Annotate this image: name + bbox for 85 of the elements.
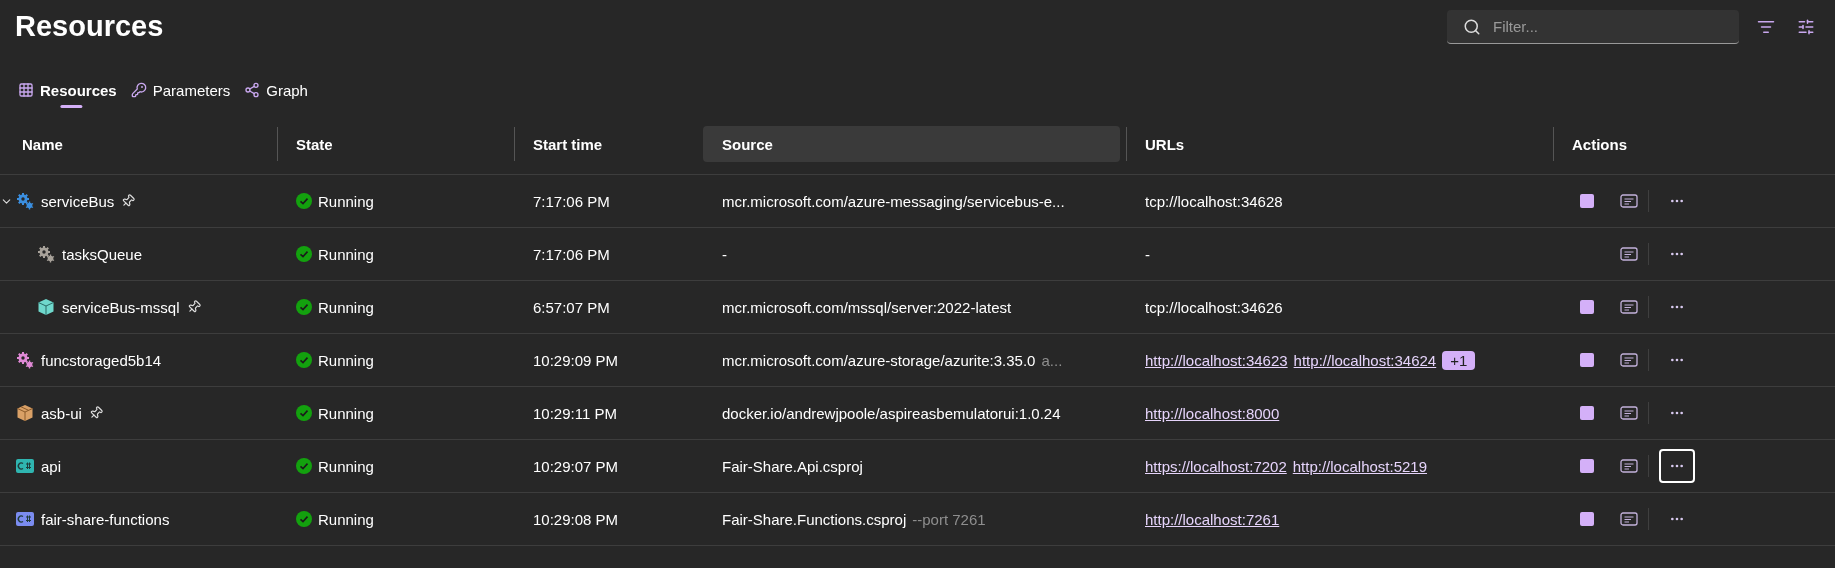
check-circle-icon	[296, 246, 312, 262]
source-text: docker.io/andrewjpoole/aspireasbemulatorui:1.0.24	[722, 404, 1061, 422]
column-header[interactable]: Start time	[514, 126, 703, 162]
page-title: Resources	[15, 9, 164, 44]
column-header[interactable]: Source	[703, 126, 1120, 162]
tab[interactable]: Parameters	[128, 76, 233, 110]
console-logs-icon	[1620, 194, 1638, 208]
stop-button[interactable]	[1580, 459, 1594, 473]
state-text: Running	[318, 245, 374, 263]
resource-name: funcstoraged5b14	[41, 351, 162, 369]
stop-button[interactable]	[1580, 353, 1594, 367]
url-link[interactable]: http://localhost:34623	[1145, 351, 1288, 369]
column-header[interactable]: State	[277, 126, 514, 162]
share-icon	[244, 82, 261, 98]
console-logs-button[interactable]	[1620, 300, 1638, 314]
source-text: Fair-Share.Api.csproj	[722, 457, 863, 475]
source-text: -	[722, 245, 727, 263]
console-logs-icon	[1620, 247, 1638, 261]
source-args: a...	[1041, 351, 1063, 369]
state-text: Running	[318, 351, 374, 369]
stop-button[interactable]	[1580, 406, 1594, 420]
source-text: Fair-Share.Functions.csproj	[722, 510, 907, 528]
search-icon	[1463, 18, 1481, 36]
check-circle-icon	[296, 299, 312, 315]
tab[interactable]: Resources	[16, 76, 119, 110]
console-logs-button[interactable]	[1620, 353, 1638, 367]
console-logs-button[interactable]	[1620, 512, 1638, 526]
console-logs-button[interactable]	[1620, 247, 1638, 261]
url-link[interactable]: http://localhost:8000	[1145, 404, 1280, 422]
url-text: -	[1145, 245, 1150, 263]
check-circle-icon	[296, 458, 312, 474]
url-link[interactable]: http://localhost:34624	[1293, 351, 1437, 369]
source-text: mcr.microsoft.com/azure-messaging/servicebus-e...	[722, 192, 1065, 210]
resource-name: tasksQueue	[62, 245, 143, 263]
tab[interactable]: Graph	[242, 76, 310, 110]
resource-name: asb-ui	[41, 404, 82, 422]
start-time: 10:29:11 PM	[533, 404, 617, 422]
check-circle-icon	[296, 405, 312, 421]
stop-button[interactable]	[1580, 300, 1594, 314]
resource-name: api	[41, 457, 62, 475]
start-time: 6:57:07 PM	[533, 298, 610, 316]
more-button[interactable]	[1659, 449, 1695, 483]
state-text: Running	[318, 298, 374, 316]
column-header[interactable]: Name	[0, 126, 277, 162]
check-circle-icon	[296, 193, 312, 209]
stop-button[interactable]	[1580, 194, 1594, 208]
grid-icon	[18, 82, 34, 98]
console-logs-button[interactable]	[1620, 459, 1638, 473]
console-logs-icon	[1620, 300, 1638, 314]
source-text: mcr.microsoft.com/azure-storage/azurite:3.35.0	[722, 351, 1036, 369]
state-text: Running	[318, 457, 374, 475]
column-header[interactable]: Actions	[1553, 126, 1835, 162]
check-circle-icon	[296, 352, 312, 368]
filter-icon	[1757, 18, 1775, 36]
console-logs-icon	[1620, 353, 1638, 367]
url-link[interactable]: http://localhost:7261	[1145, 510, 1280, 528]
console-logs-icon	[1620, 406, 1638, 420]
state-text: Running	[318, 510, 374, 528]
start-time: 10:29:09 PM	[533, 351, 619, 369]
url-link[interactable]: http://localhost:5219	[1292, 457, 1428, 475]
source-text: mcr.microsoft.com/mssql/server:2022-latest	[722, 298, 1012, 316]
console-logs-icon	[1620, 459, 1638, 473]
key-icon	[130, 82, 147, 98]
console-logs-button[interactable]	[1620, 194, 1638, 208]
start-time: 10:29:08 PM	[533, 510, 619, 528]
filter-field[interactable]: Filter...	[1447, 10, 1739, 44]
sliders-icon	[1797, 18, 1815, 36]
column-header[interactable]: URLs	[1126, 126, 1553, 162]
start-time: 10:29:07 PM	[533, 457, 619, 475]
more-urls-badge[interactable]: +1	[1442, 350, 1476, 370]
state-text: Running	[318, 404, 374, 422]
start-time: 7:17:06 PM	[533, 245, 610, 263]
source-args: --port 7261	[912, 510, 986, 528]
console-logs-button[interactable]	[1620, 406, 1638, 420]
check-circle-icon	[296, 511, 312, 527]
stop-button[interactable]	[1580, 512, 1594, 526]
console-logs-icon	[1620, 512, 1638, 526]
url-link[interactable]: https://localhost:7202	[1145, 457, 1287, 475]
start-time: 7:17:06 PM	[533, 192, 610, 210]
resource-name: serviceBus-mssql	[62, 298, 180, 316]
resource-name: serviceBus	[41, 192, 115, 210]
resource-name: fair-share-functions	[41, 510, 170, 528]
url-text: tcp://localhost:34626	[1145, 298, 1283, 316]
state-text: Running	[318, 192, 374, 210]
url-text: tcp://localhost:34628	[1145, 192, 1283, 210]
